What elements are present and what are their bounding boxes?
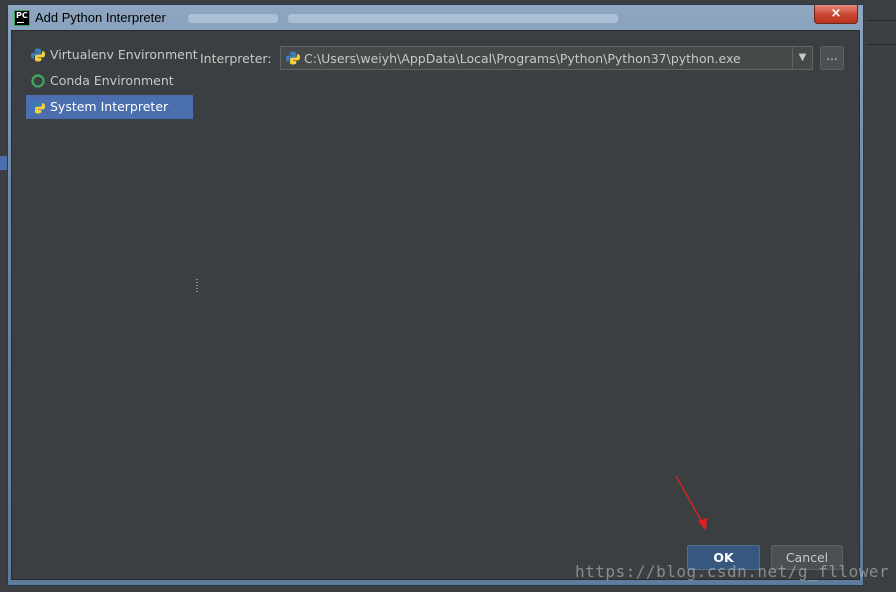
sidebar-item-label: System Interpreter	[50, 99, 169, 114]
sidebar-item-conda[interactable]: Conda Environment	[26, 69, 193, 93]
sidebar-item-system-interpreter[interactable]: System Interpreter	[26, 95, 193, 119]
background-divider	[866, 44, 896, 45]
sidebar-item-virtualenv[interactable]: Virtualenv Environment	[26, 43, 198, 67]
interpreter-path-value: C:\Users\weiyh\AppData\Local\Programs\Py…	[304, 51, 741, 66]
environment-type-list: Virtualenv Environment Conda Environment…	[12, 31, 198, 579]
background-ide-right	[862, 0, 896, 592]
browse-button[interactable]: ...	[820, 46, 844, 70]
sidebar-item-label: Virtualenv Environment	[50, 47, 198, 62]
python-icon	[31, 48, 45, 62]
title-bar[interactable]: PC Add Python Interpreter ×	[8, 5, 863, 31]
sidebar-item-label: Conda Environment	[50, 73, 174, 88]
close-icon: ×	[830, 6, 842, 21]
python-icon	[31, 100, 45, 114]
background-divider	[866, 20, 896, 21]
interpreter-label: Interpreter:	[200, 51, 272, 66]
interpreter-dropdown[interactable]: C:\Users\weiyh\AppData\Local\Programs\Py…	[280, 46, 813, 70]
panel-splitter-handle[interactable]	[196, 279, 198, 293]
dialog-window: PC Add Python Interpreter × Virtualenv E…	[7, 4, 864, 586]
blurred-title-remnant	[188, 14, 278, 23]
pycharm-app-icon: PC	[14, 10, 30, 26]
close-button[interactable]: ×	[814, 5, 858, 24]
conda-icon	[31, 74, 45, 88]
dropdown-arrow-button[interactable]: ▼	[792, 47, 812, 69]
chevron-down-icon: ▼	[798, 52, 807, 63]
blurred-title-remnant	[288, 14, 618, 23]
window-title: Add Python Interpreter	[35, 10, 166, 25]
python-icon	[286, 51, 300, 65]
dialog-content: Virtualenv Environment Conda Environment…	[11, 30, 860, 580]
watermark-text: https://blog.csdn.net/g_fllower	[575, 562, 890, 581]
